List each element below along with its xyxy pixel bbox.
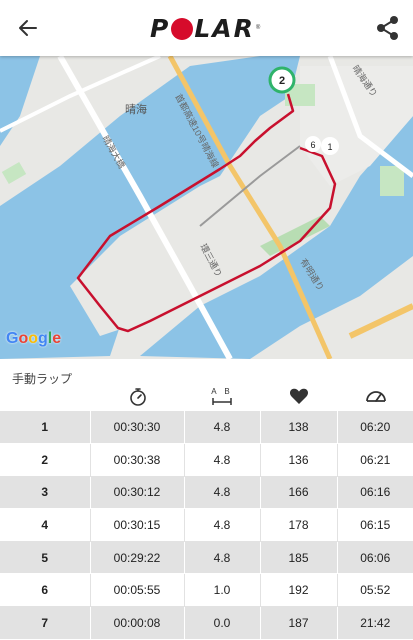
lap-pace: 06:15 <box>337 508 413 542</box>
lap-distance: 1.0 <box>184 573 261 608</box>
stopwatch-icon <box>126 387 150 407</box>
lap-number: 6 <box>0 573 91 608</box>
marker-label-1: 1 <box>327 142 332 152</box>
lap-heart-rate: 185 <box>260 541 338 575</box>
lap-distance: 4.8 <box>184 476 261 510</box>
arrow-left-icon <box>19 20 37 36</box>
pace-gauge-icon <box>364 387 388 407</box>
lap-distance: 0.0 <box>184 606 261 640</box>
lap-number: 4 <box>0 508 91 542</box>
lap-heart-rate: 138 <box>260 411 338 445</box>
lap-pace: 06:21 <box>337 443 413 477</box>
laps-header: 手動ラップ A B <box>0 359 413 411</box>
distance-icon: A B <box>210 387 234 407</box>
lap-pace: 21:42 <box>337 606 413 640</box>
lap-time: 00:05:55 <box>90 573 185 608</box>
table-row: 1 00:30:30 4.8 138 06:20 <box>0 411 413 445</box>
heart-icon <box>287 387 311 407</box>
lap-time: 00:00:08 <box>90 606 185 640</box>
lap-heart-rate: 136 <box>260 443 338 477</box>
lap-number: 2 <box>0 443 91 477</box>
lap-distance: 4.8 <box>184 411 261 445</box>
lap-number: 5 <box>0 541 91 575</box>
table-row: 6 00:05:55 1.0 192 05:52 <box>0 573 413 608</box>
table-row: 2 00:30:38 4.8 136 06:21 <box>0 443 413 477</box>
app-bar: P LAR ® <box>0 0 413 56</box>
lap-marker-2[interactable]: 2 <box>268 66 296 94</box>
laps-table: 1 00:30:30 4.8 138 06:20 2 00:30:38 4.8 136 06:21… <box>0 411 413 640</box>
lap-distance: 4.8 <box>184 541 261 575</box>
lap-time: 00:30:38 <box>90 443 185 477</box>
back-button[interactable] <box>14 14 42 42</box>
table-row: 7 00:00:08 0.0 187 21:42 <box>0 606 413 640</box>
share-icon <box>377 16 398 40</box>
polar-logo: P LAR ® <box>150 12 260 44</box>
logo-registered-mark: ® <box>255 25 261 31</box>
lap-number: 1 <box>0 411 91 445</box>
table-row: 3 00:30:12 4.8 166 06:16 <box>0 476 413 510</box>
lap-time: 00:30:30 <box>90 411 185 445</box>
lap-distance: 4.8 <box>184 443 261 477</box>
laps-title: 手動ラップ <box>12 372 73 386</box>
share-button[interactable] <box>374 14 402 42</box>
lap-heart-rate: 192 <box>260 573 338 608</box>
lap-pace: 06:06 <box>337 541 413 575</box>
logo-text: P LAR <box>150 13 255 43</box>
google-attribution: Google <box>6 330 62 347</box>
lap-heart-rate: 166 <box>260 476 338 510</box>
lap-pace: 05:52 <box>337 573 413 608</box>
map-label-harumi: 晴海 <box>125 102 147 116</box>
lap-number: 7 <box>0 606 91 640</box>
table-row: 5 00:29:22 4.8 185 06:06 <box>0 541 413 575</box>
table-row: 4 00:30:15 4.8 178 06:15 <box>0 508 413 542</box>
logo-o <box>171 17 194 40</box>
lap-marker-1[interactable]: 1 <box>321 137 339 155</box>
marker-label-2: 2 <box>279 75 285 87</box>
lap-pace: 06:16 <box>337 476 413 510</box>
lap-pace: 06:20 <box>337 411 413 445</box>
lap-heart-rate: 178 <box>260 508 338 542</box>
park-area <box>380 166 404 196</box>
lap-time: 00:30:12 <box>90 476 185 510</box>
lap-marker-6[interactable]: 6 <box>305 136 321 152</box>
laps-table-body: 1 00:30:30 4.8 138 06:20 2 00:30:38 4.8 136 06:21… <box>0 411 413 640</box>
lap-distance: 4.8 <box>184 508 261 542</box>
distance-icon-label: A B <box>211 387 233 396</box>
route-map[interactable]: 晴海 首都高速10号晴海線 晴海通り 晴海大橋 環三通り 有明通り 2 6 1 … <box>0 56 413 359</box>
lap-time: 00:29:22 <box>90 541 185 575</box>
lap-time: 00:30:15 <box>90 508 185 542</box>
marker-label-6: 6 <box>310 140 315 150</box>
lap-heart-rate: 187 <box>260 606 338 640</box>
lap-number: 3 <box>0 476 91 510</box>
